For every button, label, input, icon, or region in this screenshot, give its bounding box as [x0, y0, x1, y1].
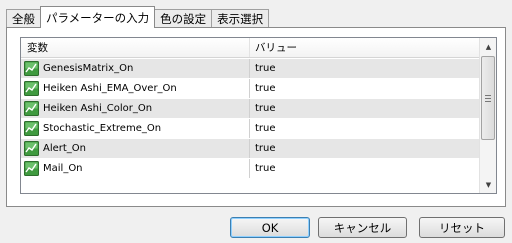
- parameter-icon: [24, 61, 39, 76]
- variable-value-cell[interactable]: true: [250, 119, 479, 138]
- table-row[interactable]: Heiken Ashi_EMA_Over_On true: [21, 79, 479, 99]
- tab-general[interactable]: 全般: [6, 9, 41, 28]
- parameter-icon: [24, 81, 39, 96]
- parameter-icon: [24, 161, 39, 176]
- parameter-list: 変数 バリュー GenesisMatrix_On true Heiken Ashi_…: [20, 37, 497, 194]
- table-row[interactable]: Heiken Ashi_Color_On true: [21, 99, 479, 119]
- variable-name-cell[interactable]: Alert_On: [21, 139, 250, 158]
- reset-button[interactable]: リセット: [419, 217, 505, 238]
- variable-name-cell[interactable]: GenesisMatrix_On: [21, 59, 250, 78]
- scroll-down-arrow-icon[interactable]: ▼: [480, 176, 496, 193]
- variable-value-cell[interactable]: true: [250, 79, 479, 98]
- grip-icon: [485, 94, 491, 102]
- variable-name-cell[interactable]: Heiken Ashi_EMA_Over_On: [21, 79, 250, 98]
- variable-name: Stochastic_Extreme_On: [43, 123, 162, 134]
- variable-name: Heiken Ashi_EMA_Over_On: [43, 83, 177, 94]
- variable-value-cell[interactable]: true: [250, 99, 479, 118]
- column-header-variable[interactable]: 変数: [21, 38, 250, 57]
- cancel-button[interactable]: キャンセル: [318, 217, 407, 238]
- variable-name: GenesisMatrix_On: [43, 63, 134, 74]
- tab-input-parameters[interactable]: パラメーターの入力: [40, 6, 156, 28]
- variable-value-cell[interactable]: true: [250, 59, 479, 78]
- parameter-icon: [24, 141, 39, 156]
- tab-visualization[interactable]: 表示選択: [211, 9, 270, 28]
- tab-strip: 全般 パラメーターの入力 色の設定 表示選択: [6, 6, 270, 28]
- scrollbar-thumb[interactable]: [481, 56, 495, 140]
- table-row[interactable]: Mail_On true: [21, 159, 479, 179]
- tab-panel: 変数 バリュー GenesisMatrix_On true Heiken Ashi_…: [6, 27, 506, 207]
- variable-name: Heiken Ashi_Color_On: [43, 103, 153, 114]
- tab-colors[interactable]: 色の設定: [154, 9, 213, 28]
- variable-name: Mail_On: [43, 163, 83, 174]
- table-row[interactable]: Alert_On true: [21, 139, 479, 159]
- list-rows: GenesisMatrix_On true Heiken Ashi_EMA_Over…: [21, 59, 479, 179]
- ok-button[interactable]: OK: [230, 217, 310, 238]
- table-row[interactable]: Stochastic_Extreme_On true: [21, 119, 479, 139]
- list-header: 変数 バリュー: [21, 38, 479, 58]
- variable-name-cell[interactable]: Mail_On: [21, 159, 250, 178]
- scroll-up-arrow-icon[interactable]: ▲: [480, 38, 496, 55]
- variable-name-cell[interactable]: Heiken Ashi_Color_On: [21, 99, 250, 118]
- table-row[interactable]: GenesisMatrix_On true: [21, 59, 479, 79]
- parameter-icon: [24, 121, 39, 136]
- parameter-icon: [24, 101, 39, 116]
- variable-value-cell[interactable]: true: [250, 159, 479, 178]
- variable-name: Alert_On: [43, 143, 87, 154]
- vertical-scrollbar[interactable]: ▲ ▼: [479, 38, 496, 193]
- column-header-value[interactable]: バリュー: [250, 38, 479, 57]
- variable-value-cell[interactable]: true: [250, 139, 479, 158]
- variable-name-cell[interactable]: Stochastic_Extreme_On: [21, 119, 250, 138]
